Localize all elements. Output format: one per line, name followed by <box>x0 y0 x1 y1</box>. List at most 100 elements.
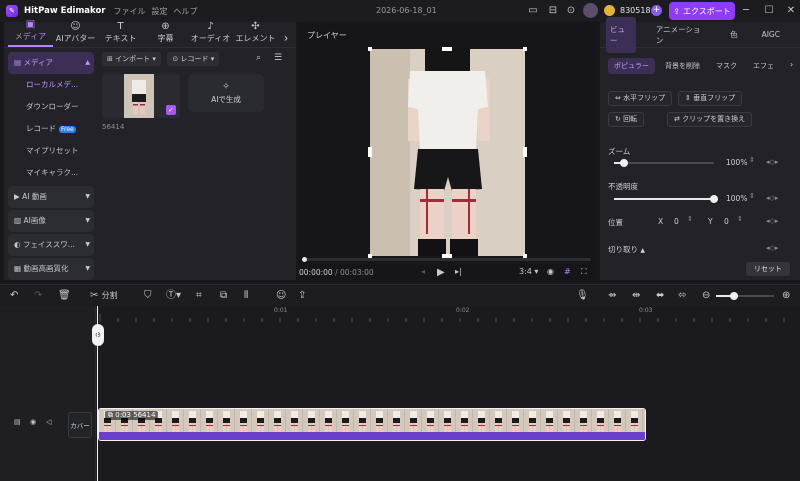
rotate-button[interactable]: ↻ 回転 <box>608 112 645 127</box>
opacity-slider-knob[interactable] <box>710 195 718 203</box>
chevron-right-icon[interactable]: › <box>790 60 793 69</box>
scrubber-knob[interactable] <box>302 257 307 262</box>
sidebar-item-downloader[interactable]: ダウンローダー <box>8 96 94 118</box>
playhead-handle[interactable]: ⊘ <box>92 324 104 346</box>
stepper-icon[interactable]: ⇕ <box>737 215 743 223</box>
sidebar-item-record[interactable]: レコード Free <box>8 118 94 140</box>
split-button[interactable]: ✂ 分割 <box>90 289 118 303</box>
corner-handle-tr[interactable] <box>523 47 527 51</box>
cover-button[interactable]: カバー <box>68 412 92 438</box>
menu-help[interactable]: ヘルプ <box>174 6 198 17</box>
pos-y-input[interactable]: 0 <box>724 217 729 226</box>
aspect-ratio-dropdown[interactable]: 3:4 ▾ <box>519 267 538 276</box>
keyframe-nav-icon[interactable]: ◂◇▸ <box>766 217 778 225</box>
subtab-mask[interactable]: マスク <box>710 58 743 74</box>
corner-handle-tl[interactable] <box>368 47 372 51</box>
time-ruler[interactable]: 0:01 0:02 0:03 <box>96 306 800 322</box>
sidebar-item-ai-image[interactable]: ▨ AI画像 ▼ <box>8 210 94 232</box>
avatar[interactable] <box>583 3 598 18</box>
redo-icon[interactable]: ↷ <box>34 289 42 303</box>
video-preview[interactable] <box>370 49 525 256</box>
zoom-value[interactable]: 100% <box>726 158 747 167</box>
track-icon[interactable]: ▤ <box>14 418 21 426</box>
media-thumbnail[interactable]: ✓ <box>102 74 180 118</box>
sidebar-item-media[interactable]: ▤ メディア ▲ <box>8 52 94 74</box>
zoom-slider-knob[interactable] <box>620 159 628 167</box>
export-frame-icon[interactable]: ⇪ <box>298 289 306 303</box>
freeze-icon[interactable]: ⧉ <box>220 289 227 303</box>
sidebar-item-enhance[interactable]: ▦ 動画高画質化 ▼ <box>8 258 94 280</box>
link-icon[interactable]: ⇴ <box>608 289 616 303</box>
sidebar-item-my-presets[interactable]: マイプリセット <box>8 140 94 162</box>
delete-icon[interactable]: 🗑 <box>58 289 71 303</box>
resize-handle-left[interactable] <box>368 147 372 157</box>
search-icon[interactable]: ⌕ <box>256 53 261 63</box>
visibility-icon[interactable]: ◉ <box>30 418 36 426</box>
sidebar-item-face-swap[interactable]: ◐ フェイススワ... ▼ <box>8 234 94 256</box>
tab-element[interactable]: ✣ エレメント <box>233 22 278 47</box>
layout-icon[interactable]: ▭ <box>526 4 540 18</box>
reset-button[interactable]: リセット <box>746 262 790 276</box>
crop-section[interactable]: 切り取り ▲ <box>608 244 645 255</box>
undo-icon[interactable]: ↶ <box>10 289 18 303</box>
tab-aigc[interactable]: AIGC <box>758 23 784 46</box>
flip-horizontal-button[interactable]: ⇔ 水平フリップ <box>608 91 673 106</box>
pos-x-input[interactable]: 0 <box>674 217 679 226</box>
timeline-zoom-slider[interactable] <box>716 292 774 300</box>
menu-settings[interactable]: 設定 <box>152 6 168 17</box>
sidebar-item-ai-video[interactable]: ▶ AI 動画 ▼ <box>8 186 94 208</box>
keyframe-nav-icon[interactable]: ◂◇▸ <box>766 158 778 166</box>
microphone-icon[interactable]: 🎙 <box>576 289 589 303</box>
list-view-icon[interactable]: ☰ <box>274 53 282 63</box>
resize-handle-right[interactable] <box>523 147 527 157</box>
close-icon[interactable]: ✕ <box>784 4 798 18</box>
sidebar-item-my-characters[interactable]: マイキャラク... <box>8 162 94 184</box>
subtab-effect[interactable]: エフェ <box>747 58 780 74</box>
minimize-icon[interactable]: ─ <box>739 4 753 18</box>
playhead[interactable] <box>97 306 98 481</box>
tab-subtitle[interactable]: ⊕ 字幕 <box>143 22 188 47</box>
fit-icon[interactable]: ⬄ <box>678 289 686 303</box>
import-dropdown[interactable]: ⊞ インポート ▾ <box>102 52 161 66</box>
mirror-icon[interactable]: ⫴ <box>244 289 248 303</box>
snap-icon[interactable]: ⇹ <box>632 289 640 303</box>
flip-vertical-button[interactable]: ⇕ 垂直フリップ <box>678 91 743 106</box>
prev-frame-icon[interactable]: ◂ <box>421 267 425 276</box>
stepper-icon[interactable]: ⇕ <box>687 215 693 223</box>
save-icon[interactable]: ⊟ <box>546 4 560 18</box>
zoom-in-icon[interactable]: ⊕ <box>782 289 790 303</box>
ai-generate-button[interactable]: ✧ AIで生成 <box>188 74 264 112</box>
text-tool-icon[interactable]: Ⓣ▾ <box>166 289 181 303</box>
selected-check-icon[interactable]: ✓ <box>166 105 176 115</box>
fullscreen-icon[interactable]: ⛶ <box>581 267 587 277</box>
grid-icon[interactable]: # <box>564 267 571 276</box>
next-frame-icon[interactable]: ▸| <box>455 267 462 276</box>
snapshot-icon[interactable]: ◉ <box>547 267 554 276</box>
resize-handle-top[interactable] <box>442 47 452 51</box>
sidebar-item-local-media[interactable]: ローカルメデ... <box>8 74 94 96</box>
tab-ai-avatar[interactable]: ☺ AIアバター <box>53 22 98 47</box>
add-coins-button[interactable]: + <box>651 5 662 16</box>
keyframe-nav-icon[interactable]: ◂◇▸ <box>766 194 778 202</box>
tab-audio[interactable]: ♪ オーディオ <box>188 22 233 47</box>
tab-view[interactable]: ビュー <box>606 16 636 53</box>
record-dropdown[interactable]: ⊙ レコード ▾ <box>167 52 220 66</box>
opacity-slider[interactable] <box>614 195 718 203</box>
face-icon[interactable]: ☺ <box>276 289 286 303</box>
shield-icon[interactable]: ⛉ <box>144 289 152 303</box>
tab-media[interactable]: ▣ メディア <box>8 20 53 47</box>
tabs-next-button[interactable]: › <box>278 32 294 47</box>
tab-animation[interactable]: アニメーション <box>652 17 710 53</box>
timeline-zoom-knob[interactable] <box>730 292 738 300</box>
video-clip[interactable]: ⧉ 0:03 56414 <box>98 408 646 441</box>
subtab-popular[interactable]: ポピュラー <box>608 58 655 74</box>
menu-file[interactable]: ファイル <box>114 6 146 17</box>
tab-text[interactable]: T テキスト <box>98 22 143 47</box>
ripple-icon[interactable]: ⬌ <box>656 289 664 303</box>
audio-mute-icon[interactable]: ◁ <box>46 418 51 426</box>
playback-scrubber[interactable] <box>305 258 591 261</box>
replace-clip-button[interactable]: ⇄ クリップを置き換え <box>667 112 753 127</box>
stepper-icon[interactable]: ⇕ <box>749 156 755 164</box>
download-icon[interactable]: ⊙ <box>564 4 578 18</box>
crop-icon[interactable]: ⌗ <box>196 289 202 303</box>
